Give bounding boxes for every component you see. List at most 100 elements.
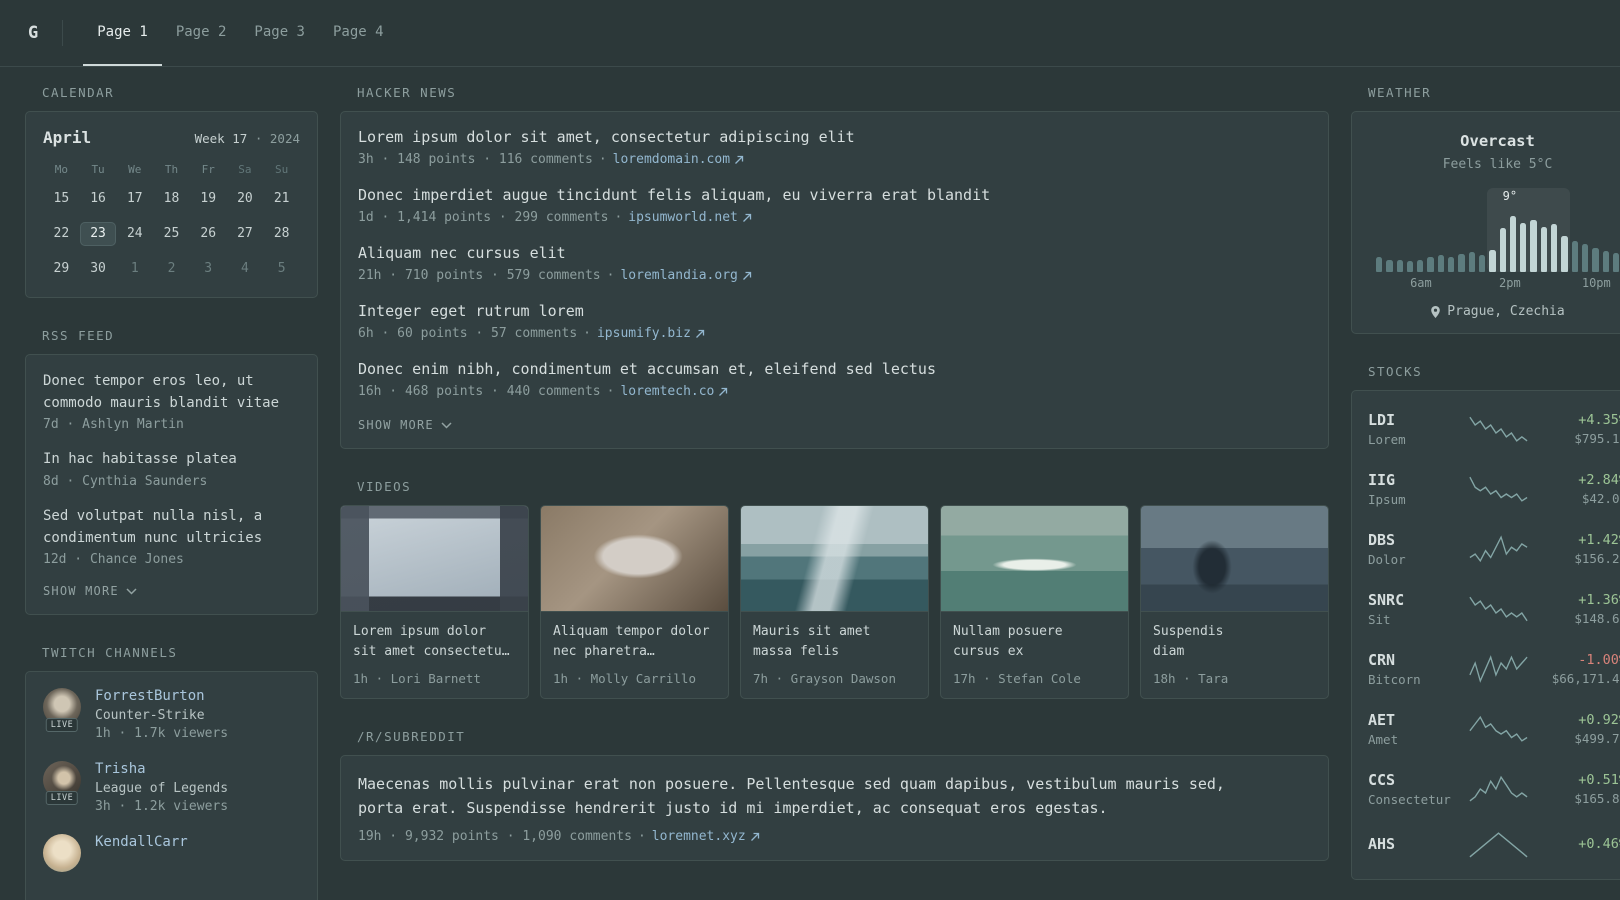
subreddit-domain-link[interactable]: loremnet.xyz [652, 829, 760, 844]
stock-id: CCS Consectetur [1368, 771, 1458, 807]
calendar-month: April [43, 128, 92, 147]
video-card[interactable]: Nullam posuere cursus ex 17h · Stefan Co… [940, 505, 1129, 699]
twitch-channel-name[interactable]: KendallCarr [95, 834, 188, 850]
calendar-week-separator: · [254, 131, 263, 146]
video-thumbnail[interactable] [541, 506, 728, 612]
stock-sparkline [1469, 476, 1528, 502]
stocks-widget: STOCKS LDI Lorem +4.35% $795.18 IIG [1351, 364, 1620, 880]
hn-item-domain-link[interactable]: loremlandia.org [620, 268, 752, 283]
stock-name: Amet [1368, 732, 1399, 747]
hn-item-title[interactable]: Aliquam nec cursus elit [358, 244, 1311, 262]
rss-show-more-button[interactable]: SHOW MORE [43, 584, 300, 598]
weather-location[interactable]: Prague, Czechia [1368, 304, 1620, 319]
video-thumbnail[interactable] [341, 506, 528, 612]
hn-item: Aliquam nec cursus elit 21h · 710 points… [358, 244, 1311, 283]
video-card[interactable]: Mauris sit amet massa felis 7h · Grayson… [740, 505, 929, 699]
rss-item-title[interactable]: Sed volutpat nulla nisl, a condimentum n… [43, 506, 300, 549]
hn-item-domain-link[interactable]: ipsumify.biz [597, 326, 705, 341]
twitch-channel-info: Trisha League of Legends 3h · 1.2k viewe… [95, 761, 228, 814]
stock-row[interactable]: SNRC Sit +1.36% $148.64 [1368, 579, 1620, 639]
calendar-widget-title: CALENDAR [42, 85, 115, 100]
videos-row: Lorem ipsum dolor sit amet consectetu… 1… [340, 505, 1329, 699]
stock-price: $499.72 [1574, 731, 1620, 746]
twitch-channel-name[interactable]: ForrestBurton [95, 688, 228, 704]
twitch-channel-info: KendallCarr [95, 834, 188, 854]
twitch-channel-name[interactable]: Trisha [95, 761, 228, 777]
rss-item-meta: 7d · Ashlyn Martin [43, 417, 184, 433]
weekday-label: Fr [201, 163, 215, 176]
hn-item-domain-link[interactable]: ipsumworld.net [628, 210, 752, 225]
stock-name: Lorem [1368, 432, 1406, 447]
tab-page-4[interactable]: Page 4 [319, 0, 398, 66]
hn-item-title[interactable]: Donec imperdiet augue tincidunt felis al… [358, 186, 1311, 204]
video-thumbnail[interactable] [1141, 506, 1328, 612]
rss-item-title[interactable]: Donec tempor eros leo, ut commodo mauris… [43, 371, 300, 414]
rss-item-title[interactable]: In hac habitasse platea [43, 449, 300, 471]
nav-divider [62, 20, 64, 46]
hn-item-domain-link[interactable]: loremdomain.com [613, 152, 744, 167]
rss-item: In hac habitasse platea 8d · Cynthia Sau… [43, 449, 300, 489]
stock-values: +1.36% $148.64 [1539, 592, 1620, 626]
video-card[interactable]: Lorem ipsum dolor sit amet consectetu… 1… [340, 505, 529, 699]
twitch-channel-row[interactable]: LIVE Trisha League of Legends 3h · 1.2k … [43, 761, 300, 814]
weather-bar [1509, 216, 1517, 272]
weather-bar [1561, 236, 1568, 272]
video-card[interactable]: Aliquam tempor dolor nec pharetra… 1h · … [540, 505, 729, 699]
meta-separator: · [606, 268, 615, 283]
weather-feels-like: Feels like 5°C [1442, 157, 1553, 172]
stock-change: +0.92% [1578, 712, 1620, 728]
weather-axis-label: 6am [1410, 276, 1432, 290]
hn-item-title[interactable]: Integer eget rutrum lorem [358, 302, 1311, 320]
stock-row[interactable]: IIG Ipsum +2.84% $42.04 [1368, 459, 1620, 519]
video-thumbnail[interactable] [941, 506, 1128, 612]
stock-name: Consectetur [1368, 792, 1451, 807]
hacker-news-card: Lorem ipsum dolor sit amet, consectetur … [340, 111, 1329, 449]
weather-bar [1417, 259, 1424, 272]
hn-item-title[interactable]: Donec enim nibh, condimentum et accumsan… [358, 360, 1311, 378]
hn-item-meta: 21h · 710 points · 579 comments · loreml… [358, 268, 1311, 283]
chevron-down-icon [126, 588, 137, 595]
avatar [43, 834, 81, 873]
calendar-day: 27 [237, 226, 253, 241]
video-title: Lorem ipsum dolor sit amet consectetu… [353, 624, 510, 660]
twitch-channel-row[interactable]: LIVE ForrestBurton Counter-Strike 1h · 1… [43, 688, 300, 741]
hn-item: Integer eget rutrum lorem 6h · 60 points… [358, 302, 1311, 341]
stock-change: +0.51% [1578, 772, 1620, 788]
video-thumbnail[interactable] [741, 506, 928, 612]
hn-item-title[interactable]: Lorem ipsum dolor sit amet, consectetur … [358, 128, 1311, 146]
tab-page-2[interactable]: Page 2 [162, 0, 241, 66]
video-meta: 17h · Stefan Cole [953, 671, 1081, 686]
hn-item-domain-link[interactable]: loremtech.co [620, 384, 728, 399]
stock-row[interactable]: AET Amet +0.92% $499.72 [1368, 699, 1620, 759]
stock-id: IIG Ipsum [1368, 471, 1458, 507]
video-body: Suspendis diam 18h · Tara [1141, 612, 1328, 698]
calendar-day: 28 [273, 226, 290, 241]
external-link-icon [718, 387, 728, 397]
stock-change: +4.35% [1578, 412, 1620, 428]
hn-show-more-button[interactable]: SHOW MORE [358, 418, 1311, 432]
twitch-channel-row[interactable]: KendallCarr [43, 834, 300, 873]
middle-column: HACKER NEWS Lorem ipsum dolor sit amet, … [340, 85, 1329, 891]
stock-row[interactable]: LDI Lorem +4.35% $795.18 [1368, 399, 1620, 459]
stock-row[interactable]: DBS Dolor +1.42% $156.28 [1368, 519, 1620, 579]
subreddit-post-title[interactable]: Maecenas mollis pulvinar erat non posuer… [358, 772, 1311, 820]
subreddit-card: Maecenas mollis pulvinar erat non posuer… [340, 755, 1329, 861]
page-tabs: Page 1 Page 2 Page 3 Page 4 [83, 0, 397, 66]
hn-item-meta: 1d · 1,414 points · 299 comments · ipsum… [358, 210, 1311, 225]
weather-location-name: Prague, Czechia [1447, 304, 1565, 319]
stock-row[interactable]: CRN Bitcorn -1.00% $66,171.48 [1368, 639, 1620, 699]
weather-hourly-chart: 9° [1374, 188, 1620, 272]
stock-row[interactable]: AHS +0.46% [1368, 819, 1620, 871]
stock-row[interactable]: CCS Consectetur +0.51% $165.84 [1368, 759, 1620, 819]
video-card[interactable]: Suspendis diam 18h · Tara [1140, 505, 1329, 699]
tab-page-1[interactable]: Page 1 [83, 0, 162, 66]
hn-item: Lorem ipsum dolor sit amet, consectetur … [358, 128, 1311, 167]
calendar-day: 2 [167, 261, 176, 276]
weather-bar [1602, 250, 1609, 272]
stock-price: $42.04 [1581, 491, 1620, 506]
weather-bar [1581, 244, 1589, 272]
stock-name: Dolor [1368, 552, 1406, 567]
stock-change: +0.46% [1578, 835, 1620, 852]
tab-page-3[interactable]: Page 3 [240, 0, 319, 66]
stock-values: +2.84% $42.04 [1539, 472, 1620, 506]
